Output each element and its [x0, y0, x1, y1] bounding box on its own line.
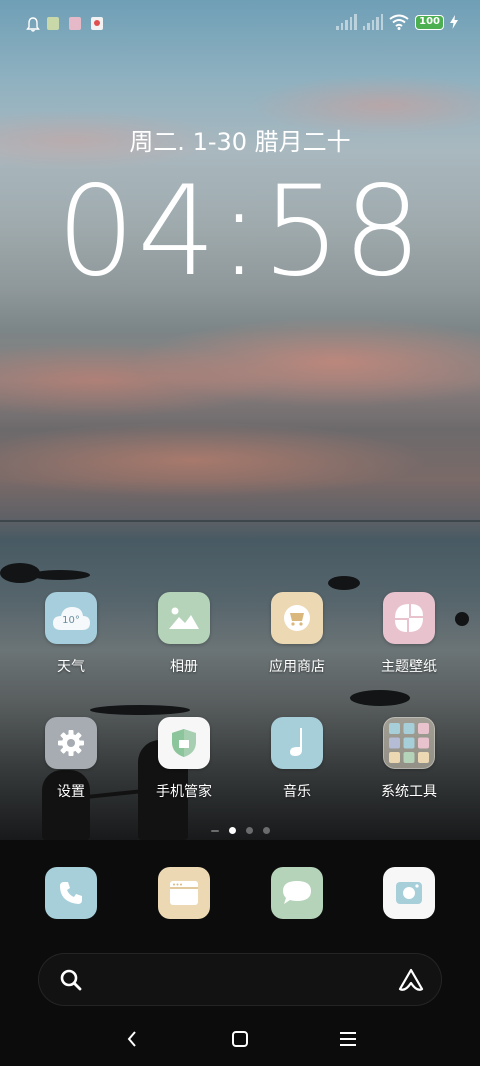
assistant-icon[interactable] — [397, 967, 425, 993]
page-dot-active — [228, 827, 236, 834]
back-icon — [127, 1031, 136, 1047]
horizon — [0, 520, 480, 522]
security-shield-icon — [158, 717, 210, 769]
themes-icon — [383, 592, 435, 644]
home-button[interactable] — [225, 1024, 255, 1054]
rock — [328, 576, 360, 590]
rock — [350, 690, 410, 706]
dock-phone[interactable] — [45, 867, 97, 919]
camera-icon — [396, 882, 422, 904]
pink-app-icon — [69, 17, 81, 30]
signal-sim1-icon — [336, 14, 357, 30]
search-bar[interactable] — [38, 953, 442, 1006]
browser-icon — [170, 881, 198, 905]
folder-icon — [383, 717, 435, 769]
app-gallery[interactable]: 相册 — [134, 592, 234, 676]
charging-icon — [450, 15, 458, 29]
dock-camera[interactable] — [383, 867, 435, 919]
green-app-icon — [47, 17, 59, 30]
app-music[interactable]: 音乐 — [247, 717, 347, 801]
app-label: 天气 — [57, 659, 85, 675]
signal-sim2-icon — [362, 14, 384, 30]
lockscreen-date: 周二. 1-30 腊月二十 — [129, 128, 351, 156]
menu-button[interactable] — [333, 1024, 363, 1054]
dock-messages[interactable] — [271, 867, 323, 919]
app-label: 相册 — [170, 659, 198, 675]
settings-icon — [45, 717, 97, 769]
messages-icon — [283, 881, 311, 904]
red-app-icon — [91, 17, 103, 30]
page-indicator — [0, 827, 480, 834]
app-label: 主题壁纸 — [381, 659, 437, 675]
rock — [30, 570, 90, 580]
app-store-icon — [271, 592, 323, 644]
app-label: 手机管家 — [156, 784, 212, 800]
status-indicators: 100 — [336, 14, 458, 30]
bell-icon — [26, 17, 40, 32]
back-button[interactable] — [117, 1024, 147, 1054]
lockscreen-clock: 04:58 — [56, 160, 424, 304]
dock-browser[interactable] — [158, 867, 210, 919]
app-settings[interactable]: 设置 — [21, 717, 121, 801]
music-icon — [271, 717, 323, 769]
page-dot — [245, 827, 253, 834]
navigation-bar — [0, 1020, 480, 1056]
app-label: 设置 — [57, 784, 85, 800]
page-dot — [210, 830, 219, 832]
page-dot — [262, 827, 270, 834]
app-label: 应用商店 — [269, 659, 325, 675]
app-security[interactable]: 手机管家 — [134, 717, 234, 801]
status-bar: 100 — [0, 0, 480, 50]
menu-icon — [340, 1032, 356, 1046]
home-icon — [232, 1031, 248, 1047]
app-label: 音乐 — [283, 784, 311, 800]
app-themes[interactable]: 主题壁纸 — [359, 592, 459, 676]
app-store[interactable]: 应用商店 — [247, 592, 347, 676]
app-folder-system-tools[interactable]: 系统工具 — [359, 717, 459, 801]
phone-icon — [60, 882, 82, 904]
app-label: 系统工具 — [381, 784, 437, 800]
gallery-icon — [158, 592, 210, 644]
battery-indicator: 100 — [415, 14, 444, 30]
app-weather[interactable]: 10° 天气 — [21, 592, 121, 676]
rock — [90, 705, 190, 715]
weather-icon: 10° — [45, 592, 97, 644]
search-icon[interactable] — [59, 968, 83, 992]
wifi-icon — [389, 14, 409, 30]
